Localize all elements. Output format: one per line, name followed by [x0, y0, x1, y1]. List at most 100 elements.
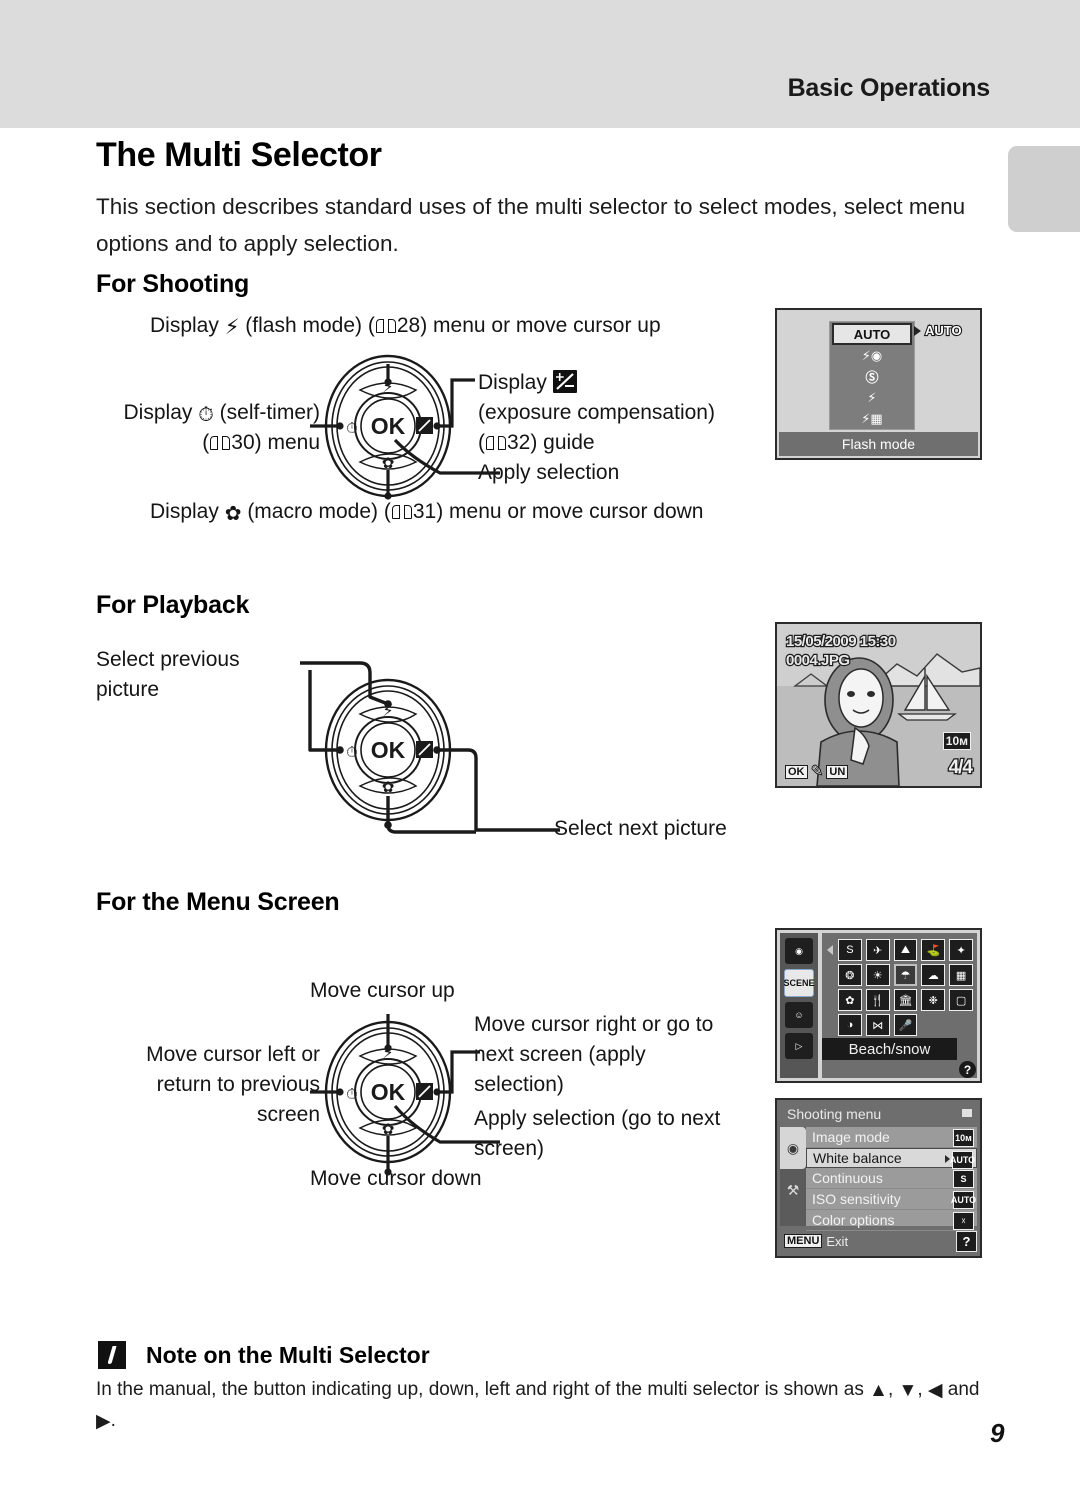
menu-row-image-mode[interactable]: Image mode 10м — [806, 1127, 977, 1148]
dial-self-timer-icon: ⏱ — [346, 744, 358, 761]
flash-auto-label: AUTO — [853, 326, 891, 342]
ok-button-label: OK — [371, 737, 406, 763]
scene-cell-close-up[interactable]: ✿ — [838, 989, 862, 1011]
menu-row-iso-sensitivity[interactable]: ISO sensitivity AUTO — [806, 1189, 977, 1210]
callout-playback-right: Select next picture — [554, 817, 727, 840]
lcd-scene-menu-screen: ◉ SCENE ☺ ▷ S ✈ ⛰ ⛳ ✦ ❂ ☀ ☂ ☁ ▦ ✿ 🍴 🏛 ❉ … — [775, 928, 982, 1083]
multi-selector-dial-shooting[interactable]: OK ⚡ ⏱ ✿ — [300, 338, 500, 518]
frame-counter: 4/4 — [947, 756, 974, 780]
scene-tab-scene[interactable]: SCENE — [784, 969, 815, 997]
scene-cell-sunset[interactable]: ☁ — [921, 964, 946, 986]
scene-grid-panel: S ✈ ⛰ ⛳ ✦ ❂ ☀ ☂ ☁ ▦ ✿ 🍴 🏛 ❉ ▢ ◑ ⋈ 🎤 Beac… — [822, 933, 977, 1078]
dial-macro-icon: ✿ — [382, 455, 395, 472]
photo-info-overlay: 15/05/2009 15:30 0004.JPG — [785, 632, 897, 670]
callout-text: Display — [150, 500, 219, 523]
book-icon — [210, 436, 231, 451]
flash-option-red-eye[interactable]: ⚡◉ — [830, 345, 914, 366]
triangle-up-icon: ▲ — [869, 1380, 888, 1401]
menu-row-value: ☓ — [953, 1212, 974, 1230]
shooting-menu-tab-camera[interactable]: ◉ — [780, 1127, 806, 1169]
multi-selector-dial-playback[interactable]: OK ⚡ ⏱ ✿ — [300, 640, 560, 855]
scene-cell-beach-snow[interactable]: ☂ — [893, 964, 918, 986]
scene-cell-copy[interactable]: ▢ — [949, 989, 973, 1011]
shooting-menu-body: ◉ ⚒ Image mode 10м White balance AUTO Co… — [780, 1127, 977, 1231]
callout-menu-right: Move cursor right or go to next screen (… — [474, 1013, 714, 1096]
note-text: . — [110, 1410, 116, 1431]
callout-page-ref: 30 — [231, 431, 255, 454]
menu-button-badge[interactable]: MENU — [784, 1234, 823, 1248]
photo-datetime: 15/05/2009 15:30 — [785, 632, 897, 651]
flash-option-slow-sync[interactable]: ⚡▦ — [830, 408, 914, 429]
flash-pointer-arrow — [914, 326, 921, 336]
shooting-menu-rows: Image mode 10м White balance AUTO Contin… — [806, 1127, 977, 1231]
scene-cell-party[interactable]: ❂ — [838, 964, 862, 986]
scroll-indicator — [962, 1109, 972, 1117]
menu-row-label: White balance — [813, 1150, 902, 1166]
section-heading-shooting: For Shooting — [96, 270, 250, 298]
menu-row-label: Image mode — [812, 1129, 890, 1145]
menu-row-value: AUTO — [951, 1191, 976, 1209]
scene-mode-grid[interactable]: S ✈ ⛰ ⛳ ✦ ❂ ☀ ☂ ☁ ▦ ✿ 🍴 🏛 ❉ ▢ ◑ ⋈ 🎤 — [838, 939, 973, 1036]
multi-selector-dial-menu[interactable]: OK ⚡ ⏱ ✿ — [300, 1000, 500, 1185]
note-text: , — [887, 1379, 899, 1400]
flash-mode-option-list[interactable]: AUTO ⚡◉ Ⓢ ⚡ ⚡▦ — [829, 321, 915, 430]
scene-cell-fireworks[interactable]: ❉ — [921, 989, 946, 1011]
scene-cell-dusk-dawn[interactable]: ▦ — [949, 964, 973, 986]
callout-menu-center: Apply selection (go to next screen) — [474, 1107, 721, 1160]
macro-icon: ✿ — [224, 503, 242, 525]
triangle-down-icon: ▼ — [898, 1380, 918, 1401]
callout-shooting-right: Display (exposure compensation) (32) gui… — [478, 368, 758, 458]
scene-cell-voice-recording[interactable]: 🎤 — [893, 1014, 918, 1036]
shooting-menu-tab-strip[interactable]: ◉ ⚒ — [780, 1127, 806, 1226]
menu-row-continuous[interactable]: Continuous S — [806, 1168, 977, 1189]
menu-row-color-options[interactable]: Color options ☓ — [806, 1210, 977, 1231]
scene-cell-action[interactable]: ⛳ — [921, 939, 946, 961]
scene-cell-night-portrait[interactable]: ✦ — [949, 939, 973, 961]
flash-option-off[interactable]: Ⓢ — [830, 366, 914, 387]
shooting-menu-title: Shooting menu — [787, 1106, 882, 1122]
flash-option-fill[interactable]: ⚡ — [830, 387, 914, 408]
flash-mode-caption: Flash mode — [779, 432, 978, 456]
scene-cell-panorama[interactable]: ⋈ — [865, 1014, 890, 1036]
exit-label: Exit — [826, 1233, 849, 1249]
retouch-icon: ✎ — [811, 762, 824, 779]
callout-page-ref: 28 — [396, 314, 421, 337]
help-badge-icon[interactable]: ? — [956, 1230, 977, 1252]
menu-row-label: Color options — [812, 1212, 895, 1228]
note-text: and — [942, 1379, 980, 1400]
scene-tab-movie[interactable]: ▷ — [785, 1033, 813, 1059]
menu-row-value: AUTO — [950, 1151, 975, 1169]
callout-text: (exposure compensation) — [478, 401, 715, 424]
flash-icon: ⚡ — [224, 316, 240, 339]
callout-text: ) guide — [530, 431, 595, 454]
scene-mode-tab-strip[interactable]: ◉ SCENE ☺ ▷ — [780, 933, 818, 1078]
flash-option-auto[interactable]: AUTO — [832, 323, 912, 345]
scene-cell-night-landscape[interactable]: ☀ — [865, 964, 890, 986]
exposure-compensation-icon — [552, 370, 577, 393]
note-text: , — [917, 1379, 928, 1400]
callout-text: ( — [202, 431, 210, 454]
scene-cell-food[interactable]: 🍴 — [865, 989, 890, 1011]
callout-shooting-left: Display ⏱ (self-timer) (30) menu — [80, 398, 320, 458]
callout-page-ref: 32 — [507, 431, 531, 454]
dial-self-timer-icon: ⏱ — [346, 1086, 358, 1103]
scene-cell-landscape[interactable]: ⛰ — [893, 939, 918, 961]
scene-cell-backlight[interactable]: ◑ — [838, 1014, 862, 1036]
scene-cell-auto[interactable]: S — [838, 939, 862, 961]
frame-counter-current: 4/ — [947, 756, 964, 780]
frame-counter-total: 4 — [961, 756, 974, 780]
help-badge-icon[interactable]: ? — [959, 1061, 976, 1078]
intro-paragraph: This section describes standard uses of … — [96, 194, 966, 256]
side-tab-marker — [1008, 146, 1080, 232]
menu-row-white-balance[interactable]: White balance AUTO — [806, 1148, 977, 1169]
note-text: In the manual, the button indicating up,… — [96, 1379, 870, 1400]
scene-tab-camera[interactable]: ◉ — [785, 938, 813, 964]
scene-cell-sports[interactable]: ✈ — [865, 939, 890, 961]
shooting-menu-tab-setup[interactable]: ⚒ — [780, 1169, 806, 1211]
triangle-right-icon: ▶ — [96, 1411, 111, 1432]
scene-cell-museum[interactable]: 🏛 — [893, 989, 918, 1011]
scene-tab-smile[interactable]: ☺ — [785, 1002, 813, 1028]
flash-mode-badge: AUTO — [924, 322, 963, 339]
section-heading-playback: For Playback — [96, 591, 250, 619]
page-title: The Multi Selector — [96, 136, 382, 174]
